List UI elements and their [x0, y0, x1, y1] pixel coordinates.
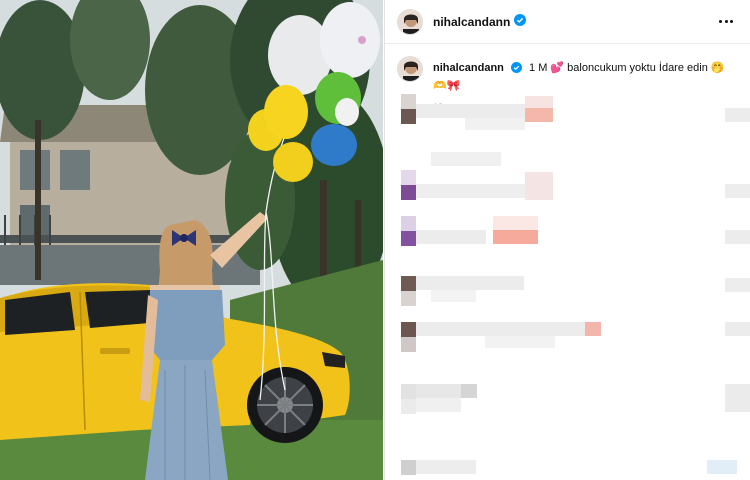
header-avatar[interactable]	[397, 8, 423, 35]
comments-list-blurred	[385, 92, 750, 480]
post-side-panel: nihalcandann nihalcandann 1 M 💕 baloncuk…	[384, 0, 750, 480]
post-photo[interactable]	[0, 0, 383, 480]
post-header: nihalcandann	[385, 0, 750, 44]
verified-badge-icon	[514, 13, 527, 31]
more-options-button[interactable]	[714, 10, 738, 34]
caption-username[interactable]: nihalcandann	[433, 62, 504, 74]
header-username[interactable]: nihalcandann	[433, 15, 510, 29]
more-horizontal-icon	[718, 20, 734, 23]
post-image	[0, 0, 383, 480]
blurred-comments-image	[401, 94, 750, 475]
caption-verified-icon	[510, 62, 522, 78]
caption-avatar[interactable]	[397, 56, 423, 82]
